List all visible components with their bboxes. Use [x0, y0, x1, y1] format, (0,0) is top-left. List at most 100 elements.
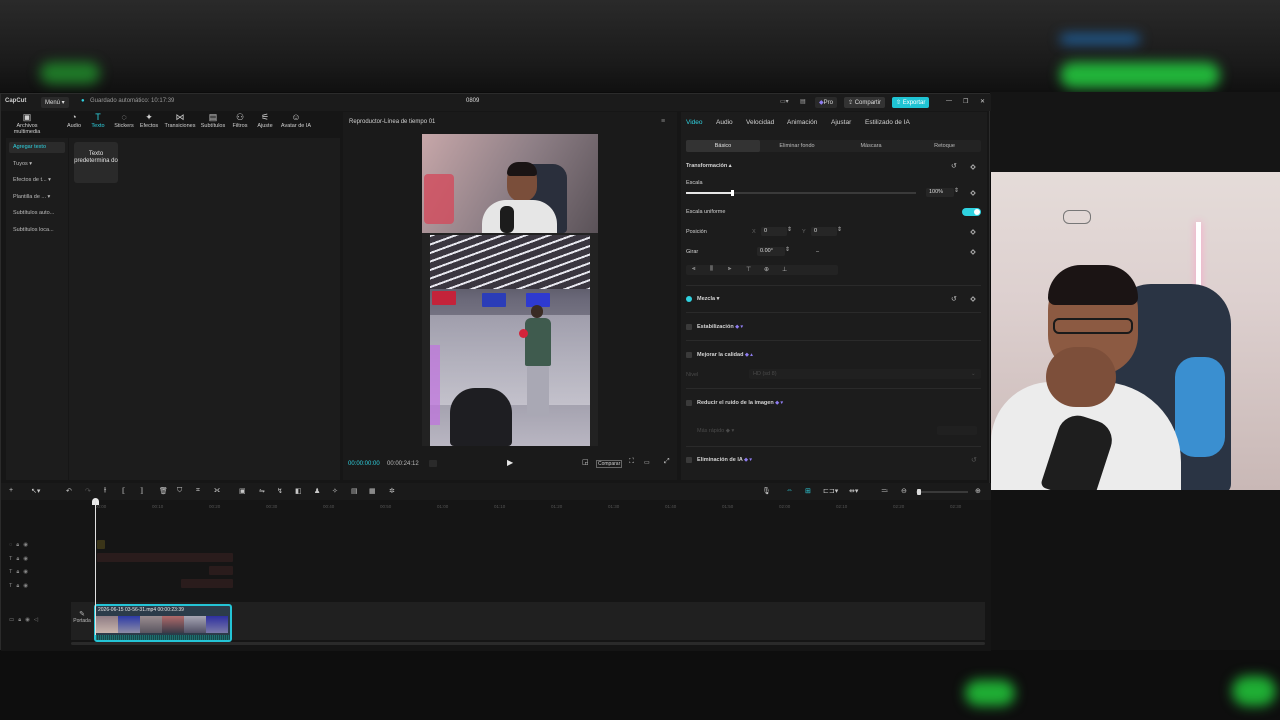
nav-yours[interactable]: Tuyos ▾ — [9, 159, 65, 170]
tab-animation[interactable]: Animación — [787, 119, 817, 126]
scale-stepper-icon[interactable]: ⇕ — [954, 187, 959, 194]
subtab-basic[interactable]: Básico — [686, 140, 760, 152]
track-controls[interactable]: T🔒︎◉ — [9, 569, 32, 576]
zoom-slider-handle[interactable] — [917, 489, 921, 495]
align-right-icon[interactable]: ⫸ — [728, 266, 731, 273]
zoom-in-icon[interactable]: ⊕ — [975, 487, 981, 495]
keyframe-icon[interactable] — [970, 249, 976, 255]
pos-x-stepper-icon[interactable]: ⇕ — [787, 226, 792, 233]
mirror-icon[interactable]: ⟗ — [214, 487, 220, 495]
magic-icon[interactable]: ✧ — [332, 487, 338, 495]
fullscreen-icon[interactable]: ⤢ — [664, 458, 670, 466]
pos-x-input[interactable]: 0 — [761, 227, 787, 236]
nav-auto-subtitles[interactable]: Subtítulos auto... — [9, 208, 65, 219]
screen-icon[interactable]: ▦ — [369, 487, 376, 495]
keyframe-icon[interactable] — [970, 164, 976, 170]
rotate-input[interactable]: 0.00° — [757, 247, 785, 256]
keyframe-icon[interactable] — [970, 296, 976, 302]
align-middle-icon[interactable]: ⊕ — [764, 266, 769, 273]
video-preview[interactable] — [422, 134, 598, 446]
shortcuts-icon[interactable]: ▤ — [800, 98, 806, 105]
remove-bg-icon[interactable]: ♟ — [314, 487, 320, 495]
pos-y-input[interactable]: 0 — [811, 227, 837, 236]
subtab-remove-bg[interactable]: Eliminar fondo — [760, 140, 834, 152]
stabilize-checkbox[interactable] — [686, 324, 692, 330]
delete-icon[interactable]: 🗑︎ — [159, 487, 168, 495]
reset-blend-icon[interactable]: ↺ — [951, 295, 957, 303]
reset-transform-icon[interactable]: ↺ — [951, 162, 957, 170]
remove-ai-label[interactable]: Eliminación de IA ◆ ▾ — [697, 457, 752, 463]
zoom-slider[interactable] — [916, 489, 968, 495]
blend-checkbox[interactable] — [686, 296, 692, 302]
play-icon[interactable]: ▶ — [507, 458, 513, 467]
denoise-label[interactable]: Reducir el ruido de la imagen ◆ ▾ — [697, 400, 783, 406]
scale-value[interactable]: 100% — [926, 188, 954, 197]
denoise-apply-button[interactable] — [937, 426, 977, 435]
subtab-retouch[interactable]: Retoque — [908, 140, 981, 152]
rotate-stepper-icon[interactable]: ⇕ — [785, 246, 790, 253]
undo-icon[interactable]: ↶ — [66, 487, 72, 495]
default-text-preset[interactable]: Texto predetermina do — [74, 142, 118, 183]
fit-timeline-icon[interactable]: ⇹▾ — [849, 487, 858, 495]
select-tool-icon[interactable]: ↖▾ — [31, 487, 40, 495]
remove-ai-checkbox[interactable] — [686, 457, 692, 463]
link-icon[interactable]: ⇔ — [786, 487, 793, 494]
player-menu-icon[interactable]: ≡ — [661, 118, 665, 125]
tab-ai-avatar[interactable]: ☺ Avatar de IA — [274, 112, 318, 129]
keyframe-icon[interactable] — [970, 229, 976, 235]
crop-clip-icon[interactable]: ⌗ — [196, 487, 200, 495]
fit-icon[interactable]: ⛶ — [629, 458, 634, 466]
tab-adjust-props[interactable]: Ajustar — [831, 119, 851, 126]
timeline-scrollbar[interactable] — [71, 642, 985, 645]
reset-remove-ai-icon[interactable]: ↺ — [971, 456, 977, 464]
nav-add-text[interactable]: Agregar texto — [9, 142, 65, 153]
freeze-icon[interactable]: ▣ — [239, 487, 246, 495]
record-mic-icon[interactable]: 🎙︎ — [762, 487, 771, 495]
stabilize-label[interactable]: Estabilización ◆ ▾ — [697, 324, 743, 330]
layout-icon[interactable]: ▭▾ — [780, 98, 789, 105]
split-icon[interactable]: ⫲ — [104, 487, 106, 495]
menu-button[interactable]: Menú ▾ — [41, 97, 69, 108]
split-right-icon[interactable]: ⟧ — [140, 487, 143, 495]
main-track-controls[interactable]: ▭🔒︎◉◁ — [9, 617, 42, 624]
scale-slider[interactable] — [686, 190, 916, 196]
speed-icon[interactable]: ↯ — [277, 487, 283, 495]
cover-button[interactable]: ✎ Portada — [71, 610, 93, 632]
preview-axis-icon[interactable]: ⊏⊐▾ — [823, 487, 838, 495]
track-controls[interactable]: ◌🔒︎◉ — [9, 542, 32, 549]
align-top-icon[interactable]: ⊤ — [746, 266, 751, 273]
align-center-icon[interactable]: ⫼ — [710, 266, 713, 273]
subtab-mask[interactable]: Máscara — [834, 140, 908, 152]
split-left-icon[interactable]: ⟦ — [122, 487, 125, 495]
nav-templates[interactable]: Plantilla de ... ▾ — [9, 192, 65, 203]
enhance-checkbox[interactable] — [686, 352, 692, 358]
denoise-mode[interactable]: Más rápido ◆ ▾ — [697, 428, 734, 434]
tab-audio-props[interactable]: Audio — [716, 119, 733, 126]
enhance-icon[interactable]: ✲ — [389, 487, 395, 495]
export-button[interactable]: ⇧ Exportar — [892, 97, 930, 108]
pro-button[interactable]: ◆Pro — [815, 97, 837, 108]
keyframe-icon[interactable] — [970, 190, 976, 196]
blend-label[interactable]: Mezcla ▾ — [697, 296, 719, 302]
align-bottom-icon[interactable]: ⊥ — [782, 266, 787, 273]
reverse-icon[interactable]: ⇋ — [259, 487, 265, 495]
track-controls[interactable]: T🔒︎◉ — [9, 583, 32, 590]
pos-y-stepper-icon[interactable]: ⇕ — [837, 226, 842, 233]
nav-text-effects[interactable]: Efectos de t... ▾ — [9, 175, 65, 186]
redo-icon[interactable]: ↷ — [85, 487, 91, 495]
tab-video[interactable]: Video — [686, 119, 703, 126]
track-controls[interactable]: T🔒︎◉ — [9, 556, 32, 563]
rotate-flip-button[interactable]: – — [816, 249, 819, 255]
minimize-icon[interactable]: — — [946, 98, 952, 104]
tab-ai-stylize[interactable]: Estilizado de IA — [865, 119, 910, 126]
caption-icon[interactable]: ▤ — [351, 487, 358, 495]
add-track-icon[interactable]: + — [9, 487, 13, 494]
maximize-icon[interactable]: ❐ — [963, 98, 968, 105]
marker-icon[interactable]: ⛉ — [177, 487, 182, 495]
ratio-icon[interactable]: ▭ — [644, 459, 650, 466]
nav-local-subtitles[interactable]: Subtítulos loca... — [9, 225, 65, 236]
snap-icon[interactable]: ⊞ — [805, 487, 811, 495]
enhance-label[interactable]: Mejorar la calidad ◆ ▴ — [697, 352, 753, 358]
tab-speed[interactable]: Velocidad — [746, 119, 774, 126]
ai-effect-icon[interactable]: ◧ — [295, 487, 302, 495]
